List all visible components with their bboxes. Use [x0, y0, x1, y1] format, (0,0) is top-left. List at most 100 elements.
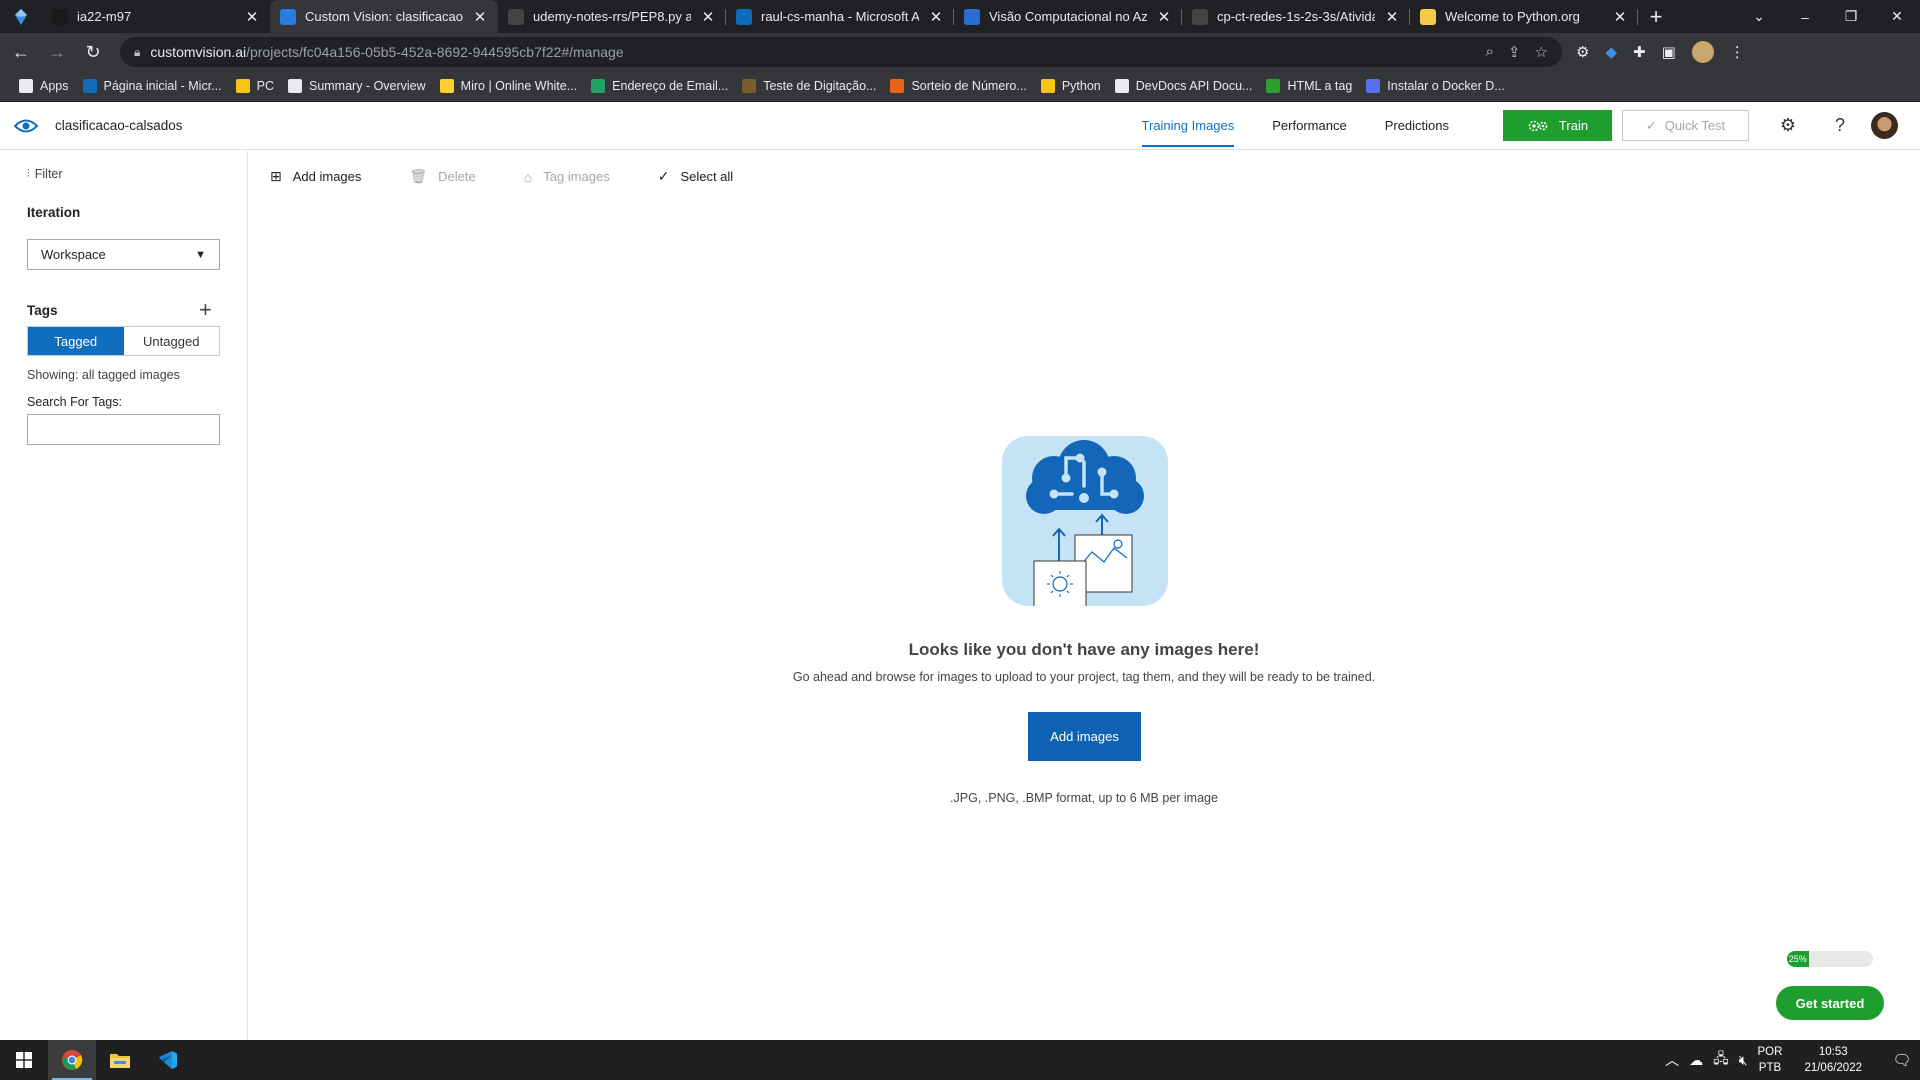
tab-close-icon[interactable]: ✕: [244, 8, 260, 26]
tab-close-icon[interactable]: ✕: [1384, 8, 1400, 26]
bookmark-favicon-icon: [1040, 79, 1055, 93]
tab-close-icon[interactable]: ✕: [472, 8, 488, 26]
checkmark-icon: ✓: [657, 168, 670, 184]
side-panel-icon[interactable]: ▣: [1662, 43, 1676, 61]
delete-command[interactable]: 🗑︎ Delete: [409, 168, 475, 185]
add-images-command[interactable]: ⊞ Add images: [270, 168, 361, 185]
train-button[interactable]: Train: [1503, 110, 1612, 141]
iteration-heading: Iteration: [27, 205, 81, 220]
help-icon[interactable]: ?: [1823, 115, 1857, 136]
url-host: customvision.ai: [150, 44, 247, 60]
new-tab-button[interactable]: +: [1638, 0, 1674, 33]
tab-favicon-icon: [1420, 8, 1436, 25]
browser-menu-icon[interactable]: ⋮: [1730, 43, 1745, 61]
bookmark-label: PC: [256, 79, 274, 93]
bookmark-item[interactable]: Summary - Overview: [281, 79, 433, 93]
filter-toggle[interactable]: ⫶ Filter: [27, 167, 63, 181]
quick-test-button[interactable]: ✓ Quick Test: [1622, 110, 1749, 141]
bookmark-item[interactable]: Teste de Digitação...: [735, 79, 883, 93]
search-tags-input[interactable]: [27, 414, 220, 445]
system-tray: ︿ ☁ 🖧︎ 🔇︎ POR PTB 10:53 21/06/2022 🗨︎: [1665, 1040, 1920, 1080]
add-image-icon: ⊞: [270, 168, 282, 184]
vscode-taskbar-icon[interactable]: [144, 1040, 192, 1080]
settings-gear-icon[interactable]: ⚙: [1771, 115, 1805, 136]
bookmark-item[interactable]: Endereço de Email...: [584, 79, 735, 93]
nav-performance[interactable]: Performance: [1253, 102, 1365, 149]
bookmark-star-icon[interactable]: ☆: [1535, 43, 1548, 61]
untagged-tab[interactable]: Untagged: [124, 327, 220, 355]
clock-date: 21/06/2022: [1804, 1062, 1862, 1074]
bookmark-item[interactable]: Miro | Online White...: [433, 79, 584, 93]
close-window-icon[interactable]: ✕: [1874, 0, 1920, 33]
file-explorer-taskbar-icon[interactable]: [96, 1040, 144, 1080]
get-started-button[interactable]: Get started: [1776, 986, 1884, 1020]
extension-gem-icon[interactable]: ◆: [1605, 43, 1617, 61]
tray-chevron-up-icon[interactable]: ︿: [1665, 1050, 1679, 1070]
add-tag-icon[interactable]: +: [199, 297, 212, 323]
onedrive-cloud-icon[interactable]: ☁: [1689, 1052, 1703, 1069]
bookmark-item[interactable]: Instalar o Docker D...: [1359, 79, 1511, 93]
browser-tab[interactable]: udemy-notes-rrs/PEP8.py at master ✕: [498, 0, 726, 33]
lock-icon[interactable]: 🔒︎: [134, 45, 140, 60]
tab-favicon-icon: [508, 8, 524, 25]
bookmark-label: Apps: [40, 79, 69, 93]
extensions-bar: ⚙ ◆ ✚ ▣ ⋮: [1576, 41, 1745, 63]
extension-gear-icon[interactable]: ⚙: [1576, 43, 1589, 61]
bookmark-favicon-icon: [890, 79, 905, 93]
restore-icon[interactable]: ❐: [1828, 0, 1874, 33]
profile-avatar[interactable]: [1691, 41, 1714, 63]
reload-icon[interactable]: ↻: [78, 37, 108, 67]
windows-start-icon[interactable]: [0, 1040, 48, 1080]
filter-sliders-icon: ⫶: [27, 167, 30, 180]
bookmark-label: Teste de Digitação...: [763, 79, 877, 93]
tab-favicon-icon: [52, 8, 68, 25]
tag-images-command[interactable]: ⌂ Tag images: [524, 168, 610, 185]
tab-title: ia22-m97: [77, 9, 132, 24]
add-images-button[interactable]: Add images: [1028, 712, 1141, 761]
bookmark-item[interactable]: HTML a tag: [1259, 79, 1359, 93]
browser-tab[interactable]: Custom Vision: clasificacao-calsados ✕: [270, 0, 498, 33]
nav-predictions[interactable]: Predictions: [1366, 102, 1468, 149]
tab-close-icon[interactable]: ✕: [700, 8, 716, 26]
notification-center-icon[interactable]: 🗨︎: [1884, 1051, 1920, 1069]
tab-close-icon[interactable]: ✕: [1156, 8, 1172, 26]
nav-training-images[interactable]: Training Images: [1123, 102, 1254, 149]
browser-tab[interactable]: raul-cs-manha - Microsoft Azure ✕: [726, 0, 954, 33]
bookmark-item[interactable]: DevDocs API Docu...: [1108, 79, 1260, 93]
iteration-dropdown[interactable]: Workspace ▼: [27, 239, 220, 270]
custom-vision-eye-icon[interactable]: [14, 114, 38, 138]
browser-tab[interactable]: Welcome to Python.org ✕: [1410, 0, 1638, 33]
tab-list-icon[interactable]: ⌄: [1736, 0, 1782, 33]
network-icon[interactable]: 🖧︎: [1713, 1048, 1729, 1072]
tab-search-icon[interactable]: [0, 0, 42, 33]
extensions-puzzle-icon[interactable]: ✚: [1633, 43, 1646, 61]
project-name[interactable]: clasificacao-calsados: [55, 118, 183, 133]
forward-icon[interactable]: →: [42, 37, 72, 67]
bookmark-item[interactable]: Apps: [12, 79, 76, 93]
address-bar[interactable]: 🔒︎ customvision.ai/projects/fc04a156-05b…: [120, 37, 1562, 67]
tagged-tab[interactable]: Tagged: [28, 327, 124, 355]
zoom-icon[interactable]: ⌕: [1486, 43, 1494, 61]
browser-tab[interactable]: ia22-m97 ✕: [42, 0, 270, 33]
back-icon[interactable]: ←: [6, 37, 36, 67]
input-language-indicator[interactable]: POR PTB: [1758, 1044, 1783, 1076]
share-icon[interactable]: ⇪: [1508, 43, 1521, 61]
bookmarks-bar: Apps Página inicial - Micr... PC Summary - …: [0, 71, 1920, 102]
tab-close-icon[interactable]: ✕: [1612, 8, 1628, 26]
select-all-command[interactable]: ✓ Select all: [658, 168, 733, 185]
volume-muted-icon[interactable]: 🔇︎: [1739, 1052, 1748, 1069]
chrome-taskbar-icon[interactable]: [48, 1040, 96, 1080]
tab-close-icon[interactable]: ✕: [928, 8, 944, 26]
train-label: Train: [1558, 118, 1589, 133]
bookmark-item[interactable]: Página inicial - Micr...: [76, 79, 229, 93]
browser-tab[interactable]: Visão Computacional no Azure ✕: [954, 0, 1182, 33]
tab-title: Welcome to Python.org: [1445, 9, 1580, 24]
taskbar-clock[interactable]: 10:53 21/06/2022: [1792, 1044, 1874, 1076]
bookmark-item[interactable]: Python: [1034, 79, 1108, 93]
bookmark-item[interactable]: Sorteio de Número...: [883, 79, 1033, 93]
browser-tab[interactable]: cp-ct-redes-1s-2s-3s/Atividades ✕: [1182, 0, 1410, 33]
delete-icon: 🗑︎: [409, 168, 428, 184]
minimize-icon[interactable]: –: [1782, 0, 1828, 33]
user-avatar[interactable]: [1871, 112, 1898, 139]
bookmark-item[interactable]: PC: [229, 79, 281, 93]
